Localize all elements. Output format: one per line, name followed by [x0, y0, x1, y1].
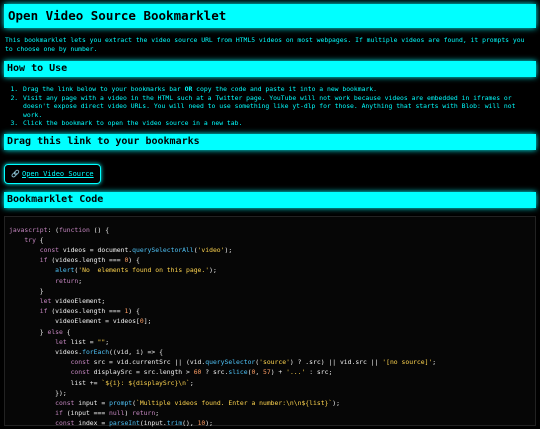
code-line: let list = ""; [55, 337, 110, 346]
code-line: alert('No elements found on this page.')… [55, 266, 217, 275]
page-title: Open Video Source Bookmarklet [4, 4, 536, 28]
code-line: if (videos.length === 1) { [39, 307, 140, 316]
step-3: Click the bookmark to open the video sou… [22, 119, 536, 128]
drag-heading: Drag this link to your bookmarks [4, 133, 536, 150]
bookmarklet-link-label: Open Video Source [22, 169, 94, 178]
link-icon: 🔗 [11, 169, 20, 178]
step-2: Visit any page with a video in the HTML … [22, 94, 536, 120]
steps-list: Drag the link below to your bookmarks ba… [4, 85, 536, 128]
code-block[interactable]: javascript: (function () { try { const v… [4, 215, 536, 428]
page: Open Video Source Bookmarklet This bookm… [0, 0, 540, 428]
code-line: const videos = document.querySelectorAll… [39, 245, 233, 254]
code-line: const displaySrc = src.length > 60 ? src… [70, 368, 333, 377]
code-line: videoElement = videos[0]; [9, 317, 152, 326]
step-1-before: Drag the link below to your bookmarks ba… [23, 85, 185, 93]
code-line: const index = parseInt(input.trim(), 10)… [55, 419, 213, 428]
code-line: try { [24, 235, 44, 244]
code-heading: Bookmarklet Code [4, 191, 536, 208]
code-line: } [9, 286, 44, 295]
code-line: if (videos.length === 0) { [39, 256, 140, 265]
code-line: const src = vid.currentSrc || (vid.query… [70, 358, 437, 367]
code-line: videos.forEach((vid, i) => { [9, 347, 163, 356]
step-1: Drag the link below to your bookmarks ba… [22, 85, 536, 94]
code-line: list += `${i}: ${displaySrc}\n`; [9, 378, 194, 387]
code-line: return; [55, 276, 83, 285]
step-1-after: copy the code and paste it into a new bo… [192, 85, 377, 93]
code-line: const input = prompt(`Multiple videos fo… [55, 398, 340, 407]
intro-text: This bookmarklet lets you extract the vi… [5, 36, 525, 53]
code-line: }); [9, 388, 67, 397]
bookmarklet-link-area: 🔗 Open Video Source [4, 150, 536, 192]
code-line: let videoElement; [39, 296, 106, 305]
code-line: if (input === null) return; [55, 409, 160, 418]
how-to-heading: How to Use [4, 61, 536, 77]
code-line: } else { [9, 327, 71, 336]
bookmarklet-link[interactable]: 🔗 Open Video Source [4, 163, 101, 184]
code-line: javascript: (function () { [9, 225, 110, 234]
